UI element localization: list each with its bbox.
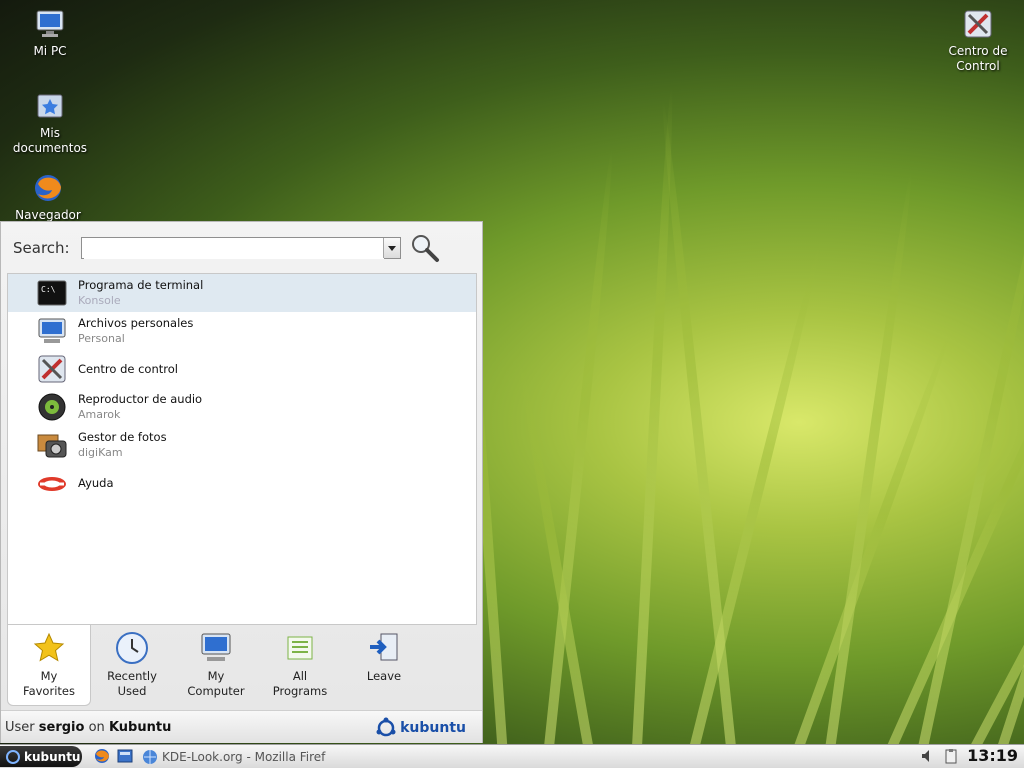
- item-title: Programa de terminal: [78, 278, 204, 292]
- volume-icon[interactable]: [920, 748, 936, 764]
- desktop-icon-navegador[interactable]: Navegador: [2, 172, 94, 223]
- item-title: Centro de control: [78, 361, 178, 376]
- start-label: kubuntu: [24, 749, 81, 764]
- list-item-terminal[interactable]: C:\ Programa de terminal Konsole: [8, 274, 476, 312]
- kubuntu-logo: kubuntu: [375, 717, 466, 739]
- user-on: on: [88, 720, 105, 735]
- tab-label: Recently: [107, 669, 157, 683]
- computer-icon: [34, 8, 66, 40]
- desktop-icon-mis-documentos[interactable]: Mis documentos: [4, 90, 96, 156]
- search-box[interactable]: [81, 237, 401, 259]
- list-item-personal-files[interactable]: Archivos personales Personal: [8, 312, 476, 350]
- favorites-list: C:\ Programa de terminal Konsole Archivo…: [7, 273, 477, 625]
- help-lifebuoy-icon: [36, 467, 68, 499]
- tab-my-favorites[interactable]: My Favorites: [7, 625, 91, 706]
- desktop-icon-label: documentos: [12, 141, 88, 155]
- home-folder-icon: [36, 315, 68, 347]
- item-subtitle: Amarok: [78, 408, 121, 421]
- desktop-icon-label: Mis: [40, 126, 60, 140]
- tab-recently-used[interactable]: Recently Used: [91, 625, 173, 705]
- clock-icon: [115, 631, 149, 665]
- item-title: Archivos personales: [78, 316, 194, 330]
- desktop-icon-mi-pc[interactable]: Mi PC: [4, 8, 96, 59]
- task-title: KDE-Look.org - Mozilla Firef: [162, 749, 326, 764]
- item-title: Reproductor de audio: [78, 392, 203, 406]
- computer-icon: [199, 631, 233, 665]
- start-button[interactable]: kubuntu: [0, 746, 82, 767]
- terminal-icon: C:\: [36, 277, 68, 309]
- taskbar: kubuntu KDE-Look.org - Mozilla Firef 13:…: [0, 744, 1024, 768]
- start-menu: Search: C:\ Programa de terminal Konsole…: [0, 221, 483, 743]
- kubuntu-start-icon: [6, 749, 20, 764]
- leave-icon: [367, 631, 401, 665]
- search-input[interactable]: [84, 239, 384, 259]
- documents-folder-icon: [34, 90, 66, 122]
- tab-label: Used: [117, 684, 147, 698]
- list-item-audio-player[interactable]: Reproductor de audio Amarok: [8, 388, 476, 426]
- tab-all-programs[interactable]: All Programs: [259, 625, 341, 705]
- search-dropdown-button[interactable]: [383, 238, 400, 258]
- username: sergio: [38, 720, 85, 735]
- clipboard-icon[interactable]: [943, 748, 959, 764]
- globe-icon: [143, 749, 157, 764]
- list-item-photo-manager[interactable]: Gestor de fotos digiKam: [8, 426, 476, 464]
- photo-manager-icon: [36, 429, 68, 461]
- menu-tabs: My Favorites Recently Used My Computer A…: [7, 625, 477, 706]
- firefox-icon[interactable]: [94, 748, 110, 764]
- tab-label: Favorites: [23, 684, 75, 698]
- item-subtitle: Konsole: [78, 294, 121, 307]
- search-row: Search:: [13, 235, 441, 262]
- hostname: Kubuntu: [108, 720, 172, 735]
- desktop-icon-label: Mi PC: [33, 44, 67, 58]
- item-subtitle: Personal: [78, 332, 125, 345]
- desktop-icon-label: Centro de: [948, 44, 1008, 58]
- control-center-icon: [962, 8, 994, 40]
- item-subtitle: digiKam: [78, 446, 123, 459]
- desktop-icon-label: Control: [956, 59, 1000, 73]
- brand-name: kubuntu: [400, 720, 466, 736]
- list-item-control-center[interactable]: Centro de control: [8, 350, 476, 388]
- menu-footer: User sergio on Kubuntu kubuntu: [1, 710, 482, 743]
- tab-leave[interactable]: Leave: [343, 625, 425, 705]
- tab-label: My: [40, 669, 58, 683]
- wallpaper: [480, 0, 1024, 745]
- svg-text:C:\: C:\: [41, 285, 56, 294]
- tab-label: Programs: [272, 684, 328, 698]
- tab-label: Leave: [366, 669, 402, 683]
- search-label: Search:: [13, 239, 70, 257]
- audio-player-icon: [36, 391, 68, 423]
- user-prefix: User: [5, 720, 35, 735]
- kubuntu-logo-icon: [376, 717, 396, 737]
- desktop-icon-centro-de-control[interactable]: Centro de Control: [932, 8, 1024, 74]
- taskbar-task-firefox[interactable]: KDE-Look.org - Mozilla Firef: [142, 747, 342, 766]
- tab-my-computer[interactable]: My Computer: [175, 625, 257, 705]
- firefox-icon: [32, 172, 64, 204]
- file-manager-icon[interactable]: [117, 748, 133, 764]
- item-title: Ayuda: [78, 475, 114, 490]
- list-item-help[interactable]: Ayuda: [8, 464, 476, 502]
- magnifier-icon: [409, 232, 441, 264]
- user-info: User sergio on Kubuntu: [5, 720, 171, 735]
- star-icon: [32, 631, 66, 665]
- clock[interactable]: 13:19: [967, 746, 1018, 765]
- control-center-icon: [36, 353, 68, 385]
- tab-label: All: [292, 669, 308, 683]
- item-title: Gestor de fotos: [78, 430, 167, 444]
- tab-label: My: [207, 669, 225, 683]
- list-icon: [283, 631, 317, 665]
- tab-label: Computer: [187, 684, 245, 698]
